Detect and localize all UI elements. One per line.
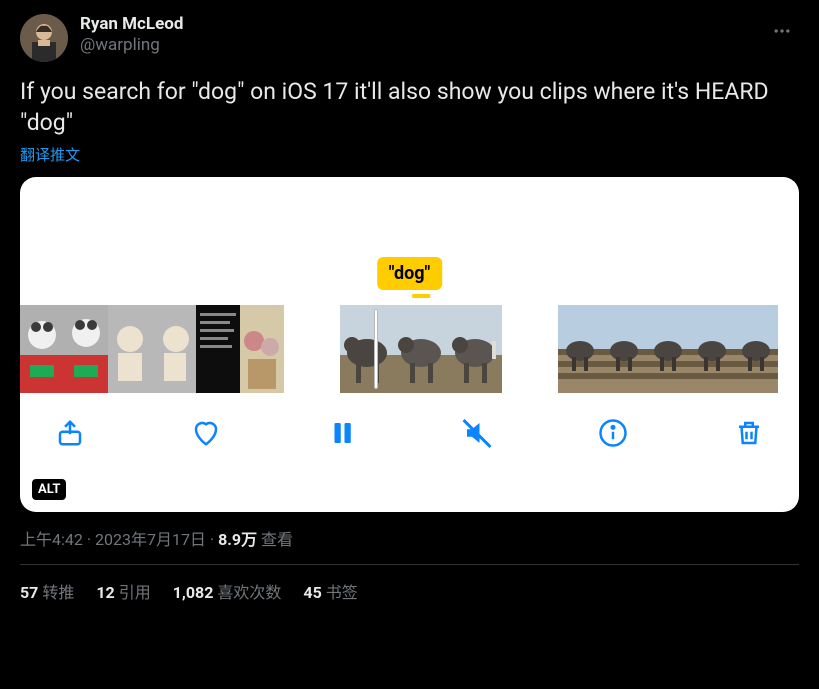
video-timeline[interactable] bbox=[20, 305, 799, 393]
media-top-area: "dog" bbox=[20, 177, 799, 305]
tweet-stats: 57转推 12引用 1,082喜欢次数 45书签 bbox=[20, 565, 799, 617]
delete-button[interactable] bbox=[731, 415, 767, 451]
likes-stat[interactable]: 1,082喜欢次数 bbox=[173, 579, 282, 603]
views-count: 8.9万 bbox=[218, 530, 257, 549]
translate-link[interactable]: 翻译推文 bbox=[20, 144, 80, 165]
info-button[interactable] bbox=[595, 415, 631, 451]
media-toolbar bbox=[20, 393, 799, 471]
tweet-header: Ryan McLeod @warpling bbox=[20, 14, 799, 62]
pause-button[interactable] bbox=[324, 415, 360, 451]
alt-badge[interactable]: ALT bbox=[32, 479, 66, 500]
tweet-date: 2023年7月17日 bbox=[95, 530, 206, 549]
views-label: 查看 bbox=[261, 530, 293, 549]
tweet-text: If you search for "dog" on iOS 17 it'll … bbox=[20, 76, 799, 138]
share-button[interactable] bbox=[52, 415, 88, 451]
clip-group-3[interactable] bbox=[558, 305, 778, 393]
avatar[interactable] bbox=[20, 14, 68, 62]
like-button[interactable] bbox=[188, 415, 224, 451]
bookmarks-stat[interactable]: 45书签 bbox=[303, 579, 357, 603]
timeline-playhead[interactable] bbox=[374, 309, 378, 389]
clip-group-2[interactable] bbox=[340, 305, 502, 393]
user-handle: @warpling bbox=[80, 34, 753, 56]
search-tag-badge: "dog" bbox=[377, 257, 443, 290]
tweet-container: Ryan McLeod @warpling If you search for … bbox=[0, 0, 819, 617]
retweets-stat[interactable]: 57转推 bbox=[20, 579, 74, 603]
user-info[interactable]: Ryan McLeod @warpling bbox=[80, 14, 753, 56]
tweet-time: 上午4:42 bbox=[20, 530, 83, 549]
clip-group-1[interactable] bbox=[20, 305, 284, 393]
tweet-metadata[interactable]: 上午4:42 · 2023年7月17日 · 8.9万 查看 bbox=[20, 526, 799, 550]
quotes-stat[interactable]: 12引用 bbox=[96, 579, 150, 603]
more-options-button[interactable] bbox=[765, 14, 799, 48]
media-attachment[interactable]: "dog" bbox=[20, 177, 799, 512]
mute-button[interactable] bbox=[459, 415, 495, 451]
display-name: Ryan McLeod bbox=[80, 14, 753, 34]
